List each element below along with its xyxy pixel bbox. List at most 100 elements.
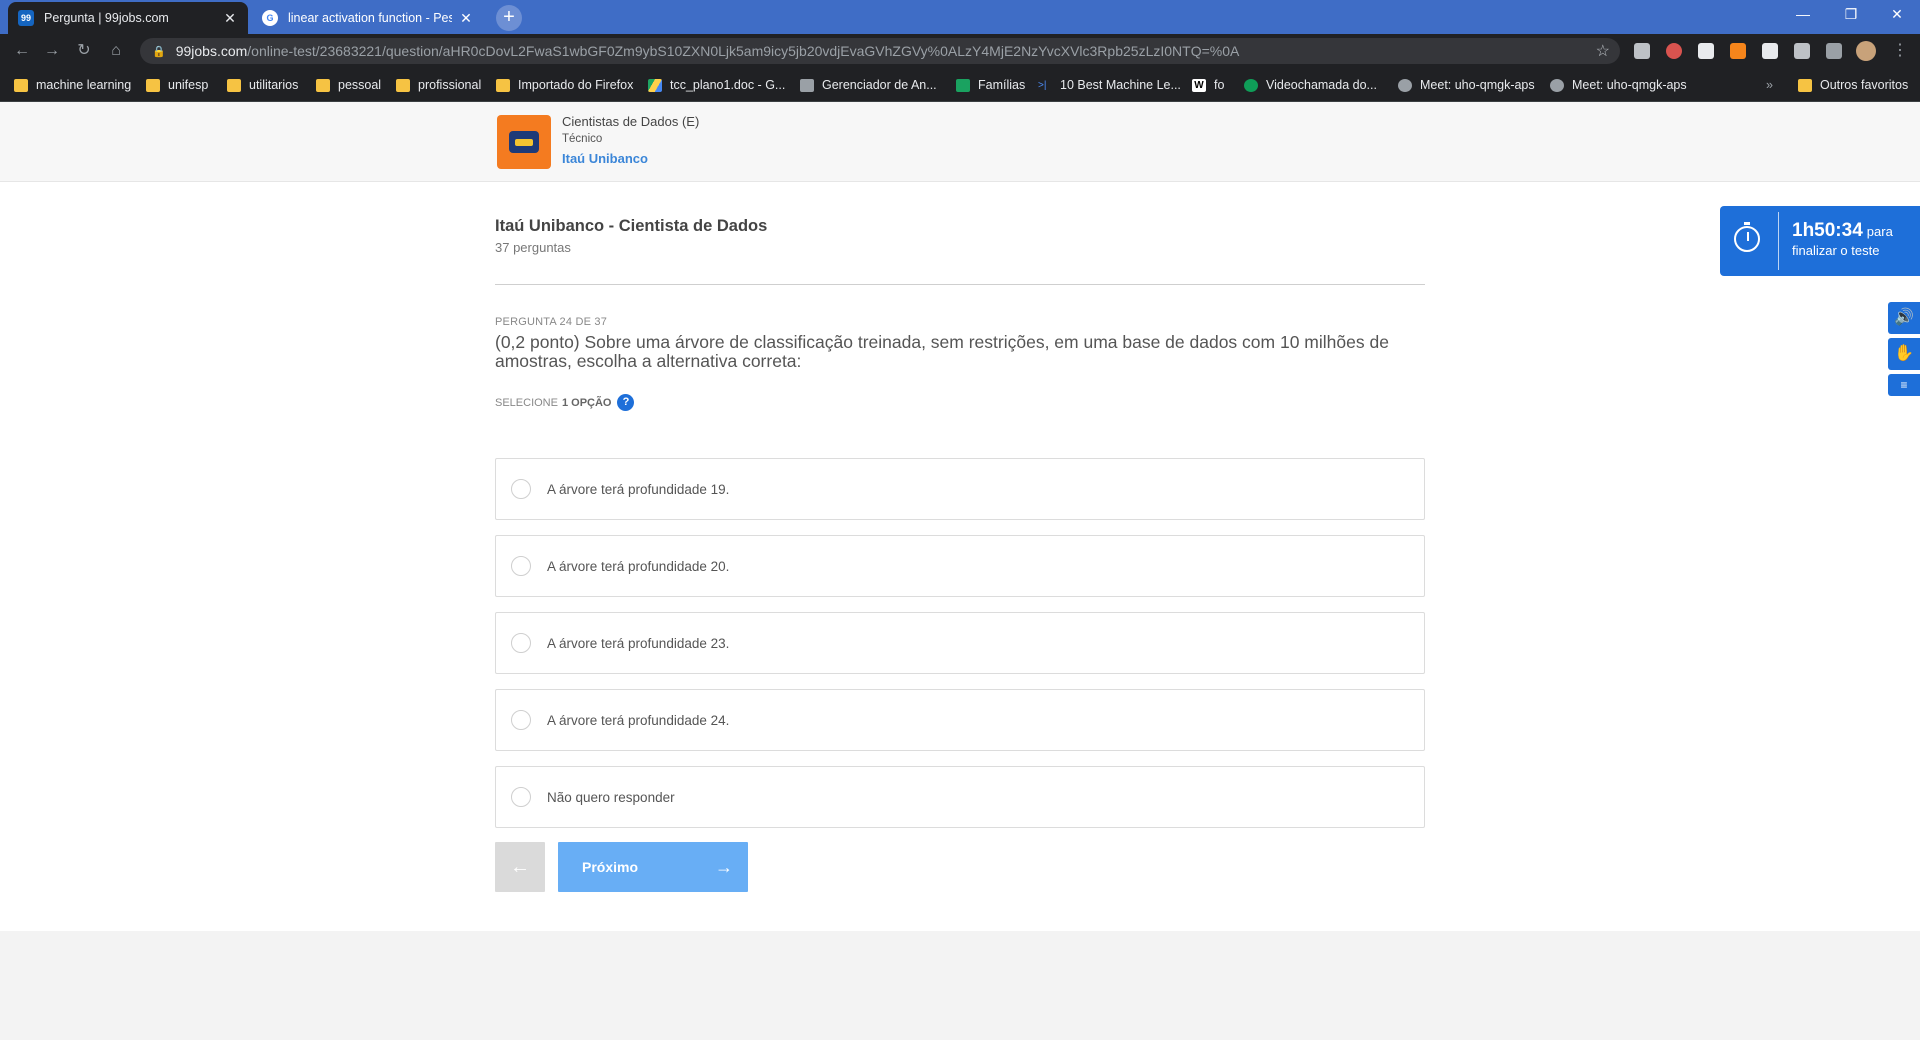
bookmark-item[interactable]: >| 10 Best Machine Le... [1038, 76, 1181, 94]
bookmark-item[interactable]: Importado do Firefox [496, 76, 633, 94]
timer-divider [1778, 212, 1779, 270]
bookmark-item[interactable]: utilitarios [227, 76, 298, 94]
bookmark-label: Gerenciador de An... [822, 78, 937, 92]
bookmark-item[interactable]: profissional [396, 76, 481, 94]
close-tab-icon[interactable]: ✕ [458, 10, 474, 27]
bookmark-item[interactable]: Videochamada do... [1244, 76, 1377, 94]
bookmark-label: profissional [418, 78, 482, 92]
reload-icon[interactable]: ↻ [72, 39, 96, 63]
radio-button[interactable] [511, 556, 531, 576]
answer-option[interactable]: A árvore terá profundidade 20. [495, 535, 1425, 597]
bookmark-label: utilitarios [249, 78, 299, 92]
bookmark-item[interactable]: unifesp [146, 76, 208, 94]
extension-icon[interactable] [1794, 43, 1810, 59]
bookmark-item[interactable]: tcc_plano1.doc - G... [648, 76, 785, 94]
radio-button[interactable] [511, 479, 531, 499]
profile-avatar[interactable] [1856, 41, 1876, 61]
tab-google-search[interactable]: G linear activation function - Pesquisa … [252, 2, 484, 34]
w-icon: W [1192, 78, 1206, 92]
select-count: 1 OPÇÃO [561, 396, 612, 409]
extension-icon[interactable] [1666, 43, 1682, 59]
option-label: A árvore terá profundidade 24. [547, 712, 730, 728]
help-icon[interactable]: ? [617, 394, 635, 411]
sign-language-icon[interactable]: ✋ [1888, 338, 1920, 370]
time-value: 1h50:34 [1792, 220, 1863, 241]
question-panel: Itaú Unibanco - Cientista de Dados 37 pe… [0, 182, 1920, 931]
puzzle-icon[interactable] [1826, 43, 1842, 59]
tab-strip: 99 Pergunta | 99jobs.com ✕ G linear acti… [0, 0, 1920, 34]
page-viewport: Cientistas de Dados (E) Técnico Itaú Uni… [0, 102, 1920, 1040]
menu-kebab-icon[interactable]: ⋮ [1888, 39, 1912, 63]
option-label: A árvore terá profundidade 19. [547, 481, 730, 497]
timer-suffix: finalizar o teste [1792, 243, 1880, 258]
option-label: Não quero responder [547, 789, 675, 805]
option-label: A árvore terá profundidade 23. [547, 635, 730, 651]
answer-option[interactable]: A árvore terá profundidade 24. [495, 689, 1425, 751]
bookmark-item[interactable]: pessoal [316, 76, 381, 94]
url-path: /online-test/23683221/question/aHR0cDovL… [247, 43, 1240, 59]
address-bar[interactable]: 🔒 99jobs.com /online-test/23683221/quest… [140, 38, 1620, 64]
close-tab-icon[interactable]: ✕ [222, 10, 238, 27]
folder-icon [227, 78, 241, 92]
answer-option[interactable]: A árvore terá profundidade 23. [495, 612, 1425, 674]
link-icon: >| [1038, 78, 1052, 92]
tab-99jobs[interactable]: 99 Pergunta | 99jobs.com ✕ [8, 2, 248, 34]
back-nav-icon[interactable]: ← [10, 39, 34, 63]
globe-icon [1550, 78, 1564, 92]
metamask-icon[interactable] [1730, 43, 1746, 59]
audio-accessibility-icon[interactable]: 🔊 [1888, 302, 1920, 334]
next-button[interactable]: Próximo → [558, 842, 748, 892]
time-remaining: 1h50:34 para [1792, 220, 1893, 242]
select-prefix: SELECIONE [495, 396, 558, 409]
folder-icon [14, 78, 28, 92]
bookmark-item[interactable]: Gerenciador de An... [800, 76, 937, 94]
test-title: Itaú Unibanco - Cientista de Dados [495, 217, 768, 235]
close-window-icon[interactable]: ✕ [1874, 0, 1920, 30]
bookmark-item[interactable]: Outros favoritos [1798, 76, 1908, 94]
families-icon [956, 78, 970, 92]
extension-icon[interactable] [1698, 43, 1714, 59]
countdown-timer: 1h50:34 para finalizar o teste [1720, 206, 1920, 276]
ads-manager-icon [800, 78, 814, 92]
accessibility-menu-icon[interactable]: ≡ [1888, 374, 1920, 396]
bookmark-label: Meet: uho-qmgk-aps [1420, 78, 1535, 92]
forward-nav-icon[interactable]: → [40, 39, 64, 63]
bookmarks-overflow-icon[interactable]: » [1766, 76, 1773, 94]
radio-button[interactable] [511, 710, 531, 730]
stopwatch-icon [1734, 222, 1760, 252]
question-number: PERGUNTA 24 DE 37 [495, 316, 608, 328]
company-link[interactable]: Itaú Unibanco [562, 151, 648, 166]
previous-button[interactable]: ← [495, 842, 545, 892]
select-hint: SELECIONE 1 OPÇÃO ? [495, 394, 635, 411]
bookmark-star-icon[interactable]: ☆ [1596, 41, 1610, 61]
lock-icon: 🔒 [152, 45, 166, 58]
url-host: 99jobs.com [175, 43, 248, 59]
bookmark-item[interactable]: Meet: uho-qmgk-aps [1398, 76, 1535, 94]
restore-icon[interactable]: ❐ [1828, 0, 1874, 30]
globe-icon [1398, 78, 1412, 92]
answer-option-skip[interactable]: Não quero responder [495, 766, 1425, 828]
minimize-icon[interactable]: — [1780, 0, 1826, 30]
bookmark-label: Meet: uho-qmgk-aps [1572, 78, 1687, 92]
hangouts-icon [1244, 78, 1258, 92]
radio-button[interactable] [511, 787, 531, 807]
home-icon[interactable]: ⌂ [104, 39, 128, 63]
folder-icon [496, 78, 510, 92]
browser-toolbar: ← → ↻ ⌂ 🔒 99jobs.com /online-test/236832… [0, 34, 1920, 68]
folder-icon [146, 78, 160, 92]
answer-option[interactable]: A árvore terá profundidade 19. [495, 458, 1425, 520]
bookmark-label: Famílias [978, 78, 1026, 92]
folder-icon [316, 78, 330, 92]
new-tab-button[interactable]: + [496, 5, 522, 31]
bookmark-item[interactable]: Meet: uho-qmgk-aps [1550, 76, 1687, 94]
bookmarks-bar: machine learning unifesp utilitarios pes… [0, 68, 1920, 102]
99jobs-favicon-icon: 99 [18, 10, 34, 26]
radio-button[interactable] [511, 633, 531, 653]
extension-icon[interactable] [1634, 43, 1650, 59]
extension-icon[interactable] [1762, 43, 1778, 59]
bookmark-item[interactable]: Famílias [956, 76, 1025, 94]
bookmark-item[interactable]: Wfo [1192, 76, 1224, 94]
bookmark-item[interactable]: machine learning [14, 76, 131, 94]
bookmark-label: Importado do Firefox [518, 78, 634, 92]
time-para: para [1866, 224, 1893, 239]
